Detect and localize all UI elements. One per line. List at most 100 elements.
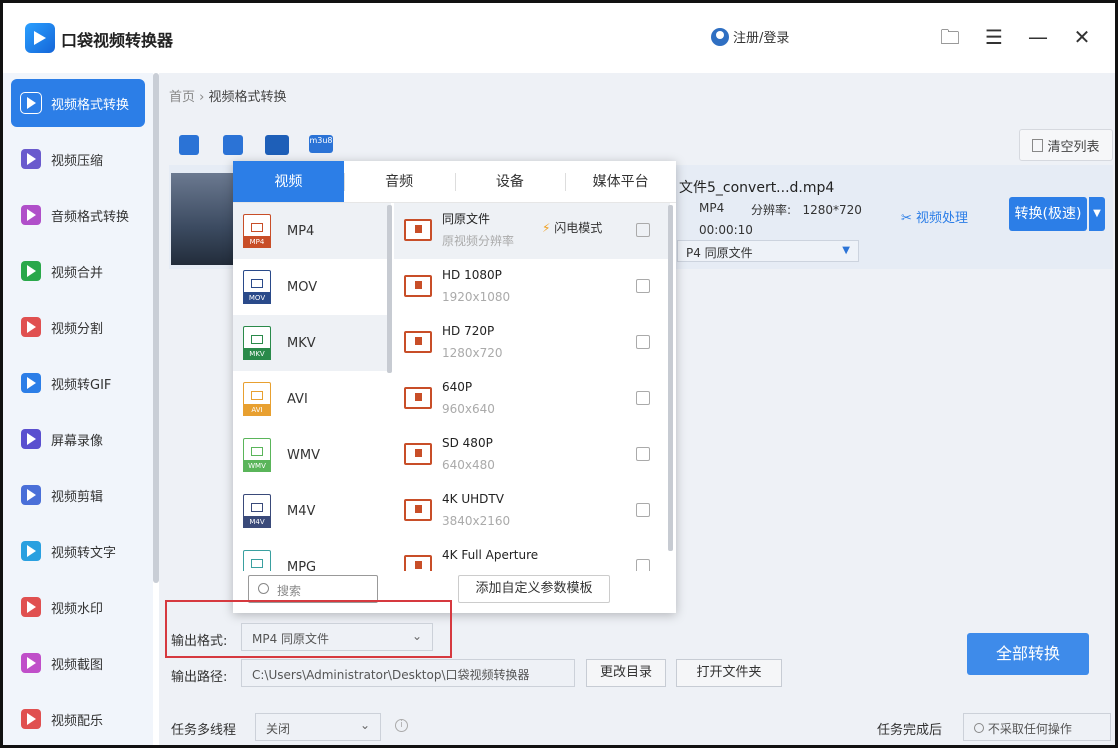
preset-item-original[interactable]: 同原文件 原视频分辨率 ⚡ 闪电模式 xyxy=(394,203,670,259)
preset-item-1080p[interactable]: HD 1080P 1920x1080 xyxy=(394,259,670,315)
breadcrumb-home[interactable]: 首页 xyxy=(169,90,195,105)
resolution-value: 1280*720 xyxy=(802,203,862,217)
container-item-avi[interactable]: AVI AVI xyxy=(233,371,391,427)
preset-item-720p[interactable]: HD 720P 1280x720 xyxy=(394,315,670,371)
sidebar-item-audio-convert[interactable]: 音频格式转换 xyxy=(11,191,145,239)
after-task-select[interactable]: 不采取任何操作 xyxy=(963,713,1111,741)
convert-all-button[interactable]: 全部转换 xyxy=(967,633,1089,675)
sidebar-item-video-screenshot[interactable]: 视频截图 xyxy=(11,639,145,687)
sidebar-item-video-gif[interactable]: 视频转GIF xyxy=(11,359,145,407)
app-title: 口袋视频转换器 xyxy=(61,31,174,50)
preset-list-scrollbar[interactable] xyxy=(668,205,673,551)
format-search-input[interactable]: 搜索 xyxy=(248,575,378,603)
file-duration: 00:00:10 xyxy=(699,223,753,237)
edit-icon[interactable] xyxy=(636,503,650,517)
scissors-icon: ✂ xyxy=(901,211,912,226)
lightning-icon: ⚡ xyxy=(542,221,551,235)
change-directory-button[interactable]: 更改目录 xyxy=(586,659,666,687)
sidebar-item-label: 视频转文字 xyxy=(51,545,117,561)
info-icon[interactable]: i xyxy=(395,719,408,732)
sidebar-item-video-edit[interactable]: 视频剪辑 xyxy=(11,471,145,519)
container-label: MPG xyxy=(287,559,317,572)
sidebar-item-label: 视频格式转换 xyxy=(51,97,130,113)
open-folder-button[interactable]: 打开文件夹 xyxy=(676,659,782,687)
video-process-button[interactable]: ✂ 视频处理 xyxy=(901,207,968,226)
film-icon xyxy=(404,387,432,409)
tab-media-platform[interactable]: 媒体平台 xyxy=(565,161,676,202)
film-icon xyxy=(404,219,432,241)
container-item-m4v[interactable]: M4V M4V xyxy=(233,483,391,539)
folder-icon[interactable]: 🗀 xyxy=(938,25,962,49)
task-options-bar: 任务多线程 关闭 ⌄ i 任务完成后 不采取任何操作 xyxy=(159,705,1115,745)
sidebar-item-label: 屏幕录像 xyxy=(51,433,104,449)
minimize-icon[interactable]: — xyxy=(1026,25,1050,49)
add-file-icon[interactable] xyxy=(179,135,199,155)
preset-item-640p[interactable]: 640P 960x640 xyxy=(394,371,670,427)
edit-icon[interactable] xyxy=(636,391,650,405)
container-item-mov[interactable]: MOV MOV xyxy=(233,259,391,315)
edit-icon[interactable] xyxy=(636,559,650,571)
login-button[interactable]: 注册/登录 xyxy=(711,27,789,46)
container-label: MP4 xyxy=(287,223,315,239)
sidebar-item-video-merge[interactable]: 视频合并 xyxy=(11,247,145,295)
app-logo-icon xyxy=(25,23,55,53)
edit-icon[interactable] xyxy=(636,279,650,293)
container-item-mkv[interactable]: MKV MKV xyxy=(233,315,391,371)
add-custom-template-button[interactable]: 添加自定义参数模板 xyxy=(458,575,610,603)
file-output-select[interactable]: P4 同原文件 ▼ xyxy=(677,240,859,262)
sidebar-item-video-watermark[interactable]: 视频水印 xyxy=(11,583,145,631)
convert-dropdown-icon[interactable]: ▼ xyxy=(1089,197,1105,231)
popup-tabs: 视频 音频 设备 媒体平台 xyxy=(233,161,676,203)
multithread-select[interactable]: 关闭 ⌄ xyxy=(255,713,381,741)
file-resolution: 分辨率: 1280*720 xyxy=(751,201,862,218)
video-compress-icon xyxy=(21,149,41,169)
output-path-field[interactable]: C:\Users\Administrator\Desktop\口袋视频转换器 xyxy=(241,659,575,687)
sidebar-item-video-music[interactable]: 视频配乐 xyxy=(11,695,145,743)
video-music-icon xyxy=(21,709,41,729)
tab-video[interactable]: 视频 xyxy=(233,161,344,202)
tab-device[interactable]: 设备 xyxy=(454,161,566,202)
container-item-wmv[interactable]: WMV WMV xyxy=(233,427,391,483)
sidebar-item-screen-record[interactable]: 屏幕录像 xyxy=(11,415,145,463)
menu-icon[interactable]: ☰ xyxy=(982,25,1006,49)
convert-fast-button[interactable]: 转换(极速) xyxy=(1009,197,1087,231)
container-list-scrollbar[interactable] xyxy=(387,205,392,373)
edit-icon[interactable] xyxy=(636,223,650,237)
film-icon xyxy=(404,499,432,521)
sidebar-item-label: 音频格式转换 xyxy=(51,209,130,225)
wmv-file-icon: WMV xyxy=(243,438,271,472)
app-window: 口袋视频转换器 注册/登录 🗀 ☰ — ✕ 视频格式转换 视频压缩 音频格式转换… xyxy=(0,0,1118,748)
chevron-down-icon: ⌄ xyxy=(411,629,422,643)
sidebar-item-video-split[interactable]: 视频分割 xyxy=(11,303,145,351)
preset-item-480p[interactable]: SD 480P 640x480 xyxy=(394,427,670,483)
output-format-select[interactable]: MP4 同原文件 ⌄ xyxy=(241,623,433,651)
output-format-label: 输出格式: xyxy=(171,634,228,649)
import-device-icon[interactable] xyxy=(265,135,289,155)
sidebar-item-label: 视频转GIF xyxy=(51,377,112,393)
video-split-icon xyxy=(21,317,41,337)
video-edit-icon xyxy=(21,485,41,505)
container-item-mpg[interactable]: MPG MPG xyxy=(233,539,391,571)
sidebar-item-video-convert[interactable]: 视频格式转换 xyxy=(11,79,145,127)
sidebar-item-video-to-text[interactable]: 视频转文字 xyxy=(11,527,145,575)
container-item-mp4[interactable]: MP4 MP4 xyxy=(233,203,391,259)
video-to-text-icon xyxy=(21,541,41,561)
edit-icon[interactable] xyxy=(636,447,650,461)
video-thumbnail[interactable] xyxy=(171,173,241,265)
preset-item-4k-uhdtv[interactable]: 4K UHDTV 3840x2160 xyxy=(394,483,670,539)
clear-list-button[interactable]: 清空列表 xyxy=(1019,129,1113,161)
edit-icon[interactable] xyxy=(636,335,650,349)
add-folder-icon[interactable] xyxy=(223,135,243,155)
sidebar-item-label: 视频水印 xyxy=(51,601,104,617)
sidebar-item-video-compress[interactable]: 视频压缩 xyxy=(11,135,145,183)
tab-audio[interactable]: 音频 xyxy=(343,161,455,202)
multithread-label: 任务多线程 xyxy=(171,723,237,738)
video-convert-icon xyxy=(21,93,41,113)
close-icon[interactable]: ✕ xyxy=(1070,25,1094,49)
chevron-down-icon: ⌄ xyxy=(359,718,370,732)
output-path-label: 输出路径: xyxy=(171,670,228,685)
audio-convert-icon xyxy=(21,205,41,225)
m3u8-icon[interactable]: m3u8 xyxy=(309,135,333,153)
flash-mode-badge: ⚡ 闪电模式 xyxy=(542,219,602,236)
preset-item-4k-full-aperture[interactable]: 4K Full Aperture xyxy=(394,539,670,571)
